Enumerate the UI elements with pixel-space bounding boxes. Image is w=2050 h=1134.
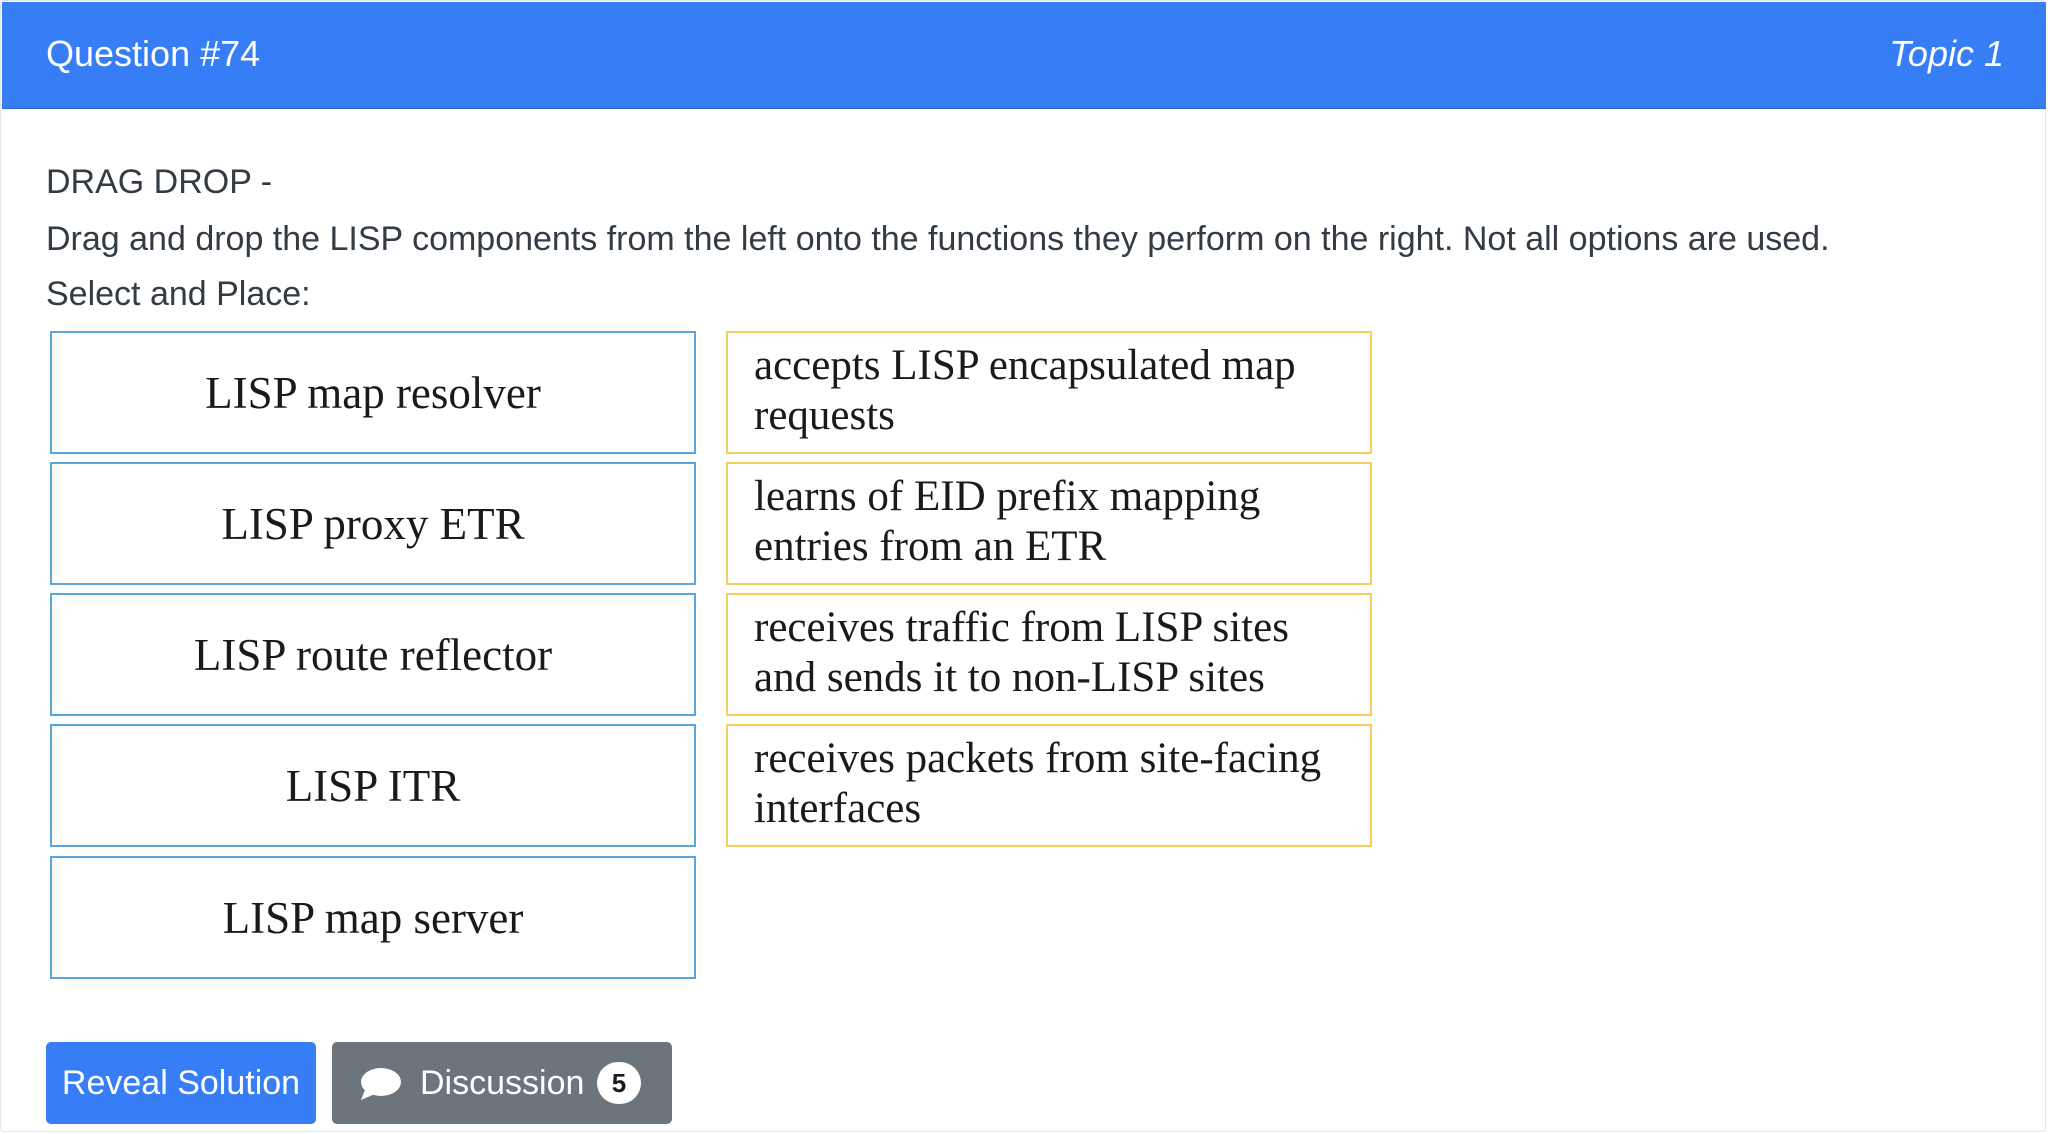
discussion-label: Discussion bbox=[420, 1064, 585, 1102]
component-label: LISP proxy ETR bbox=[221, 498, 525, 549]
function-box: learns of EID prefix mapping entries fro… bbox=[726, 462, 1372, 585]
function-text-line: requests bbox=[754, 392, 895, 439]
component-box: LISP map resolver bbox=[50, 331, 696, 454]
component-box: LISP route reflector bbox=[50, 593, 696, 716]
question-card: Question #74 Topic 1 DRAG DROP - Drag an… bbox=[0, 0, 2046, 1132]
question-instruction: Drag and drop the LISP components from t… bbox=[46, 220, 1830, 258]
reveal-solution-label: Reveal Solution bbox=[61, 1064, 301, 1102]
function-text-line: and sends it to non-LISP sites bbox=[754, 654, 1265, 701]
function-box: receives traffic from LISP sites and sen… bbox=[726, 593, 1372, 716]
drag-drop-exhibit: LISP map resolver LISP proxy ETR LISP ro… bbox=[41, 321, 1381, 981]
component-label: LISP map resolver bbox=[205, 367, 541, 418]
function-text-line: entries from an ETR bbox=[754, 523, 1107, 570]
question-title: Question #74 bbox=[46, 33, 261, 74]
function-box: accepts LISP encapsulated map requests bbox=[726, 331, 1372, 454]
component-box: LISP proxy ETR bbox=[50, 462, 696, 585]
function-text-line: interfaces bbox=[754, 785, 922, 832]
discussion-button[interactable]: Discussion 5 bbox=[332, 1042, 672, 1124]
function-text-line: accepts LISP encapsulated map bbox=[754, 342, 1296, 389]
function-text-line: learns of EID prefix mapping bbox=[754, 473, 1261, 520]
component-label: LISP ITR bbox=[285, 760, 461, 811]
component-box: LISP map server bbox=[50, 856, 696, 979]
component-label: LISP route reflector bbox=[193, 629, 553, 680]
function-box: receives packets from site-facing interf… bbox=[726, 724, 1372, 847]
topic-label: Topic 1 bbox=[1889, 33, 2004, 74]
discussion-count-badge: 5 bbox=[597, 1062, 641, 1104]
question-type-label: DRAG DROP - bbox=[46, 163, 273, 201]
reveal-solution-button[interactable]: Reveal Solution bbox=[46, 1042, 316, 1124]
question-header: Question #74 Topic 1 bbox=[2, 2, 2046, 109]
select-and-place-label: Select and Place: bbox=[46, 275, 311, 313]
component-label: LISP map server bbox=[222, 892, 524, 943]
component-box: LISP ITR bbox=[50, 724, 696, 847]
chat-bubble-icon bbox=[361, 1068, 401, 1100]
function-text-line: receives packets from site-facing bbox=[754, 735, 1322, 782]
function-text-line: receives traffic from LISP sites bbox=[754, 604, 1289, 651]
